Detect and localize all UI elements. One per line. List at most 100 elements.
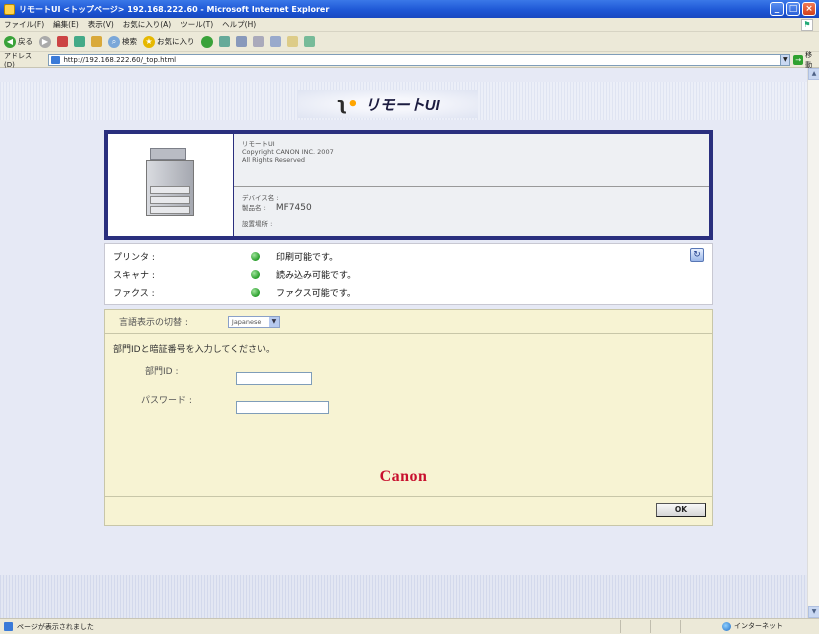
copyright-text: Copyright CANON INC. 2007 [242, 148, 334, 156]
go-button[interactable]: → 移動 [793, 50, 819, 70]
zone-label: インターネット [734, 622, 783, 630]
fax-status-text: ファクス可能です。 [276, 288, 356, 299]
footer-band [0, 575, 807, 618]
product-name-value: MF7450 [275, 203, 312, 213]
media-icon[interactable] [200, 35, 213, 48]
stop-icon[interactable] [57, 36, 68, 47]
password-input[interactable] [236, 401, 329, 414]
password-label: パスワード : [141, 396, 192, 406]
login-prompt: 部門IDと暗証番号を入力してください。 [113, 345, 276, 355]
globe-icon [722, 621, 731, 631]
scanner-status-text: 読み込み可能です。 [276, 270, 357, 281]
dept-id-label: 部門ID : [145, 367, 179, 377]
search-button[interactable]: ⌕ 検索 [108, 35, 137, 48]
device-name-row: デバイス名 : [242, 192, 279, 202]
language-row: 言語表示の切替 : Japanese ▼ [105, 310, 712, 334]
status-refresh-icon[interactable]: ↻ [690, 248, 704, 262]
remote-ui-logo-icon: ʅ• [336, 93, 359, 115]
device-image [108, 134, 234, 236]
product-line: リモートUI [242, 140, 275, 148]
maximize-button[interactable]: □ [786, 2, 800, 16]
back-button[interactable]: ◀ 戻る [4, 35, 33, 48]
close-button[interactable]: × [802, 2, 816, 16]
address-label: アドレス(D) [4, 51, 32, 69]
forward-arrow-icon: ▶ [39, 35, 51, 48]
minimize-button[interactable]: _ [770, 2, 784, 16]
remote-ui-logo: ʅ• リモートUI [298, 90, 478, 118]
language-value: Japanese [231, 317, 262, 326]
header-band: ʅ• リモートUI [0, 82, 807, 120]
scanner-label: スキャナ : [113, 270, 155, 281]
discuss-icon[interactable] [286, 36, 298, 47]
language-select[interactable]: Japanese ▼ [227, 315, 280, 328]
history-icon[interactable] [218, 36, 230, 47]
refresh-icon[interactable] [74, 36, 85, 47]
menu-file[interactable]: ファイル(F) [4, 19, 44, 30]
copier-icon [146, 148, 196, 218]
edit-icon[interactable] [269, 36, 281, 47]
home-icon[interactable] [91, 36, 102, 47]
location-row: 設置場所 : [242, 218, 272, 228]
favorites-button[interactable]: ★ お気に入り [143, 35, 195, 48]
product-name-label: 製品名 : [242, 204, 266, 212]
go-arrow-icon: → [793, 54, 804, 65]
search-label: 検索 [122, 37, 137, 46]
forward-button[interactable]: ▶ [39, 35, 51, 48]
windows-flag-icon: ⚑ [801, 19, 813, 31]
menu-edit[interactable]: 編集(E) [53, 19, 79, 30]
back-arrow-icon: ◀ [4, 35, 16, 48]
page-viewport: ʅ• リモートUI リモートUI Copyright CANON INC. 20… [0, 68, 807, 618]
ie-icon [4, 3, 15, 15]
status-divider [680, 620, 681, 633]
security-zone: インターネット [722, 621, 783, 631]
language-label: 言語表示の切替 : [119, 318, 188, 328]
window-title: リモートUI <トップページ> 192.168.222.60 - Microso… [19, 4, 330, 14]
window-title-bar: リモートUI <トップページ> 192.168.222.60 - Microso… [0, 0, 819, 18]
window-controls: _ □ × [770, 2, 816, 16]
fax-status-icon [251, 287, 260, 297]
favorites-label: お気に入り [157, 37, 195, 46]
login-panel: 言語表示の切替 : Japanese ▼ 部門IDと暗証番号を入力してください。… [104, 309, 713, 526]
location-label: 設置場所 : [242, 220, 273, 228]
fax-status-row: ファクス : ファクス可能です。 [113, 283, 703, 301]
menu-tools[interactable]: ツール(T) [180, 19, 213, 30]
device-status-panel: プリンタ : 印刷可能です。 スキャナ : 読み込み可能です。 ファクス : フ… [104, 243, 713, 305]
status-text: ページが表示されました [17, 622, 94, 631]
ok-button[interactable]: OK [656, 503, 706, 517]
search-icon: ⌕ [108, 35, 120, 48]
scroll-down-icon[interactable]: ▼ [808, 606, 819, 618]
menu-bar: ファイル(F) 編集(E) 表示(V) お気に入り(A) ツール(T) ヘルプ(… [0, 18, 819, 32]
scanner-status-row: スキャナ : 読み込み可能です。 [113, 265, 703, 283]
scroll-up-icon[interactable]: ▲ [808, 68, 819, 80]
menu-view[interactable]: 表示(V) [88, 19, 114, 30]
toolbar: ◀ 戻る ▶ ⌕ 検索 ★ お気に入り [0, 32, 819, 52]
login-divider [105, 496, 712, 497]
printer-status-row: プリンタ : 印刷可能です。 [113, 247, 703, 265]
chevron-down-icon: ▼ [268, 316, 279, 327]
back-label: 戻る [18, 37, 33, 46]
fax-label: ファクス : [113, 288, 155, 299]
vertical-scrollbar[interactable]: ▲ ▼ [807, 68, 819, 618]
product-name-row: 製品名 : MF7450 [242, 202, 312, 213]
device-info-panel: リモートUI Copyright CANON INC. 2007 All Rig… [104, 130, 713, 240]
logo-text: リモートUI [364, 96, 440, 114]
rights-text: All Rights Reserved [242, 156, 305, 164]
mail-icon[interactable] [235, 36, 247, 47]
page-icon [4, 622, 13, 631]
printer-label: プリンタ : [113, 252, 155, 263]
messenger-icon[interactable] [303, 36, 315, 47]
browser-status-bar: ページが表示されました インターネット [0, 618, 819, 634]
address-dropdown-icon[interactable]: ▼ [780, 53, 791, 66]
canon-logo: Canon [379, 468, 428, 485]
device-details: リモートUI Copyright CANON INC. 2007 All Rig… [234, 134, 709, 236]
print-icon[interactable] [252, 36, 264, 47]
scanner-status-icon [251, 269, 260, 279]
menu-favorites[interactable]: お気に入り(A) [123, 19, 171, 30]
printer-status-icon [251, 251, 260, 261]
status-divider [650, 620, 651, 633]
menu-help[interactable]: ヘルプ(H) [222, 19, 256, 30]
address-bar: アドレス(D) http://192.168.222.60/_top.html … [0, 50, 819, 70]
device-name-label: デバイス名 : [242, 194, 279, 202]
address-input[interactable]: http://192.168.222.60/_top.html [48, 53, 782, 66]
dept-id-input[interactable] [236, 372, 312, 385]
